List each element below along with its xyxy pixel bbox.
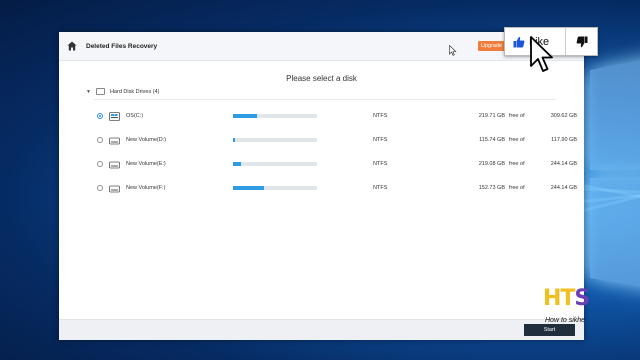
os-drive-icon bbox=[109, 111, 120, 121]
hard-disk-group-header[interactable]: ▼ Hard Disk Drives (4) bbox=[86, 88, 159, 95]
thumbs-up-icon bbox=[513, 36, 525, 47]
dislike-button[interactable] bbox=[565, 28, 597, 55]
file-system: NTFS bbox=[373, 113, 388, 119]
total-space: 117.90 GB bbox=[551, 137, 577, 143]
hard-disk-icon bbox=[95, 88, 105, 95]
file-system: NTFS bbox=[373, 161, 388, 167]
drive-name: New Volume(D:) bbox=[126, 137, 167, 143]
file-system: NTFS bbox=[373, 185, 388, 191]
recovery-app-window: Deleted Files Recovery Upgrade Please se… bbox=[59, 32, 584, 340]
drive-row[interactable]: New Volume(D:) NTFS 115.74 GB free of 11… bbox=[97, 134, 577, 146]
free-of-label: free of bbox=[509, 113, 525, 119]
free-of-label: free of bbox=[509, 137, 525, 143]
drive-icon bbox=[109, 185, 120, 192]
drive-row[interactable]: OS(C:) NTFS 219.71 GB free of 309.62 GB bbox=[97, 110, 577, 122]
free-space: 152.73 GB bbox=[478, 185, 505, 191]
cursor-arrow-icon bbox=[530, 36, 553, 72]
usage-bar bbox=[233, 186, 317, 190]
free-of-label: free of bbox=[509, 185, 525, 191]
app-title: Deleted Files Recovery bbox=[86, 42, 158, 50]
file-system: NTFS bbox=[373, 137, 388, 143]
thumbs-down-icon bbox=[576, 36, 587, 47]
total-space: 244.14 GB bbox=[550, 185, 577, 191]
free-of-label: free of bbox=[509, 161, 525, 167]
watermark-text: How to sikhe bbox=[545, 317, 586, 324]
group-label: Hard Disk Drives (4) bbox=[109, 88, 160, 95]
free-space: 219.08 GB bbox=[478, 161, 505, 167]
usage-bar bbox=[233, 114, 317, 118]
drive-icon bbox=[109, 137, 120, 144]
drive-radio[interactable] bbox=[97, 137, 103, 143]
mouse-cursor-icon bbox=[449, 45, 457, 56]
chevron-down-icon[interactable]: ▼ bbox=[86, 89, 91, 95]
total-space: 244.14 GB bbox=[550, 161, 577, 167]
footer-bar: Start bbox=[59, 319, 584, 340]
free-space: 115.74 GB bbox=[479, 137, 505, 143]
drive-name: OS(C:) bbox=[126, 113, 144, 119]
drive-name: New Volume(E:) bbox=[126, 161, 166, 167]
page-heading: Please select a disk bbox=[286, 74, 357, 83]
upgrade-button[interactable]: Upgrade bbox=[478, 41, 506, 51]
drive-radio[interactable] bbox=[97, 161, 103, 167]
drive-row[interactable]: New Volume(E:) NTFS 219.08 GB free of 24… bbox=[97, 158, 577, 170]
usage-bar-fill bbox=[233, 162, 242, 166]
usage-bar bbox=[233, 162, 317, 166]
total-space: 309.62 GB bbox=[550, 113, 577, 119]
divider bbox=[94, 99, 556, 100]
usage-bar bbox=[233, 138, 317, 142]
usage-bar-fill bbox=[233, 186, 265, 190]
usage-bar-fill bbox=[233, 114, 258, 118]
drive-radio[interactable] bbox=[97, 113, 103, 119]
drive-name: New Volume(F:) bbox=[126, 185, 166, 191]
home-icon[interactable] bbox=[67, 41, 77, 51]
channel-watermark: HTS How to sikhe bbox=[543, 286, 607, 326]
watermark-logo: HTS bbox=[543, 286, 590, 311]
drive-radio[interactable] bbox=[97, 185, 103, 191]
drive-icon bbox=[109, 161, 120, 168]
drive-row[interactable]: New Volume(F:) NTFS 152.73 GB free of 24… bbox=[97, 182, 577, 194]
free-space: 219.71 GB bbox=[478, 113, 505, 119]
usage-bar-fill bbox=[233, 138, 235, 142]
